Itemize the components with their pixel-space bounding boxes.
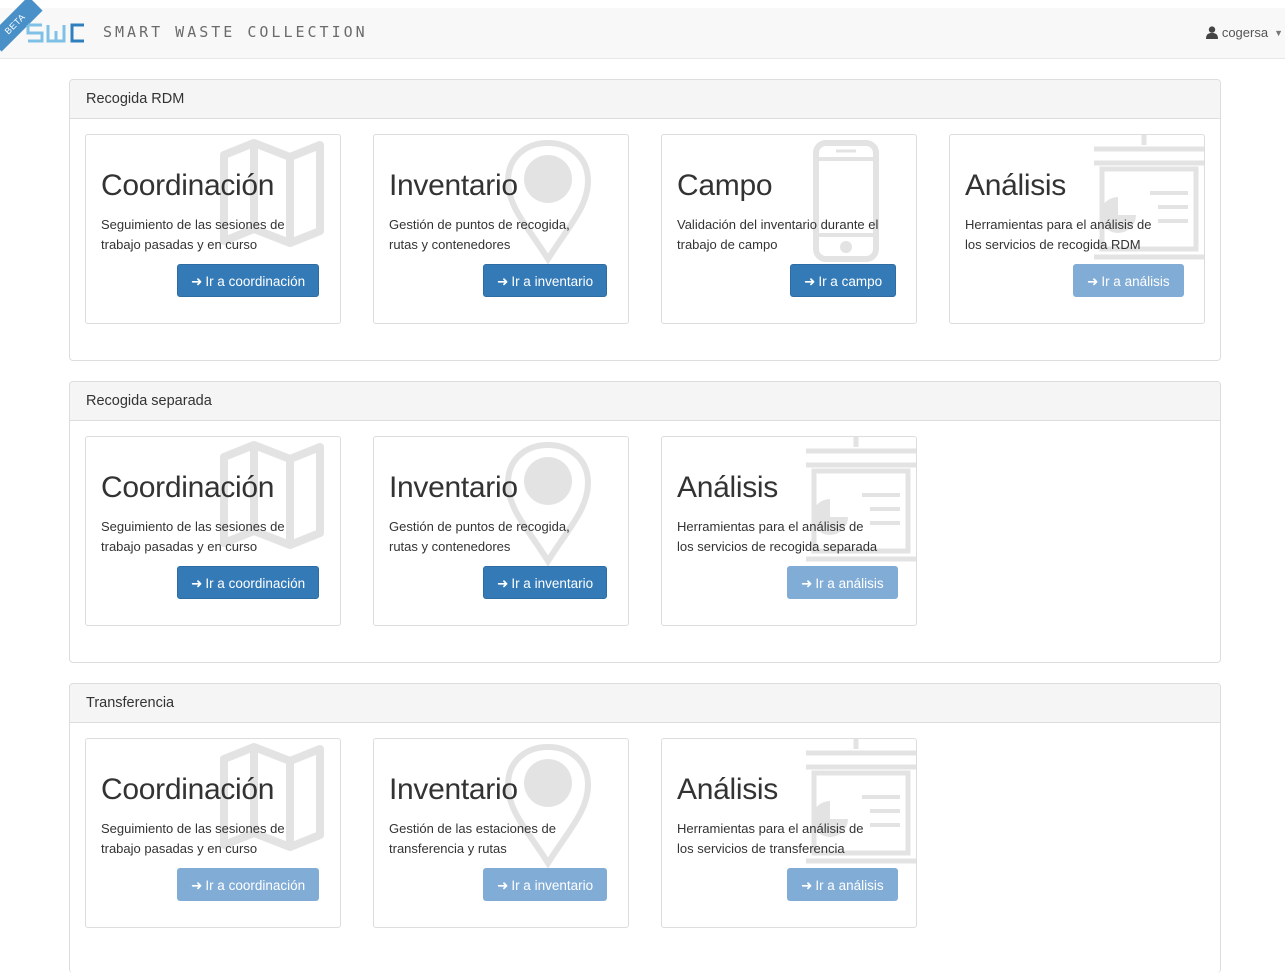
caret-down-icon: ▼ [1274, 27, 1283, 38]
arrow-right-icon: ➜ [497, 576, 509, 591]
card-title: Coordinación [101, 773, 275, 806]
card-description: Gestión de puntos de recogida, rutas y co… [389, 519, 570, 554]
arrow-right-icon: ➜ [191, 576, 203, 591]
arrow-right-icon: ➜ [497, 274, 509, 289]
swc-logo-icon [26, 23, 84, 43]
go-coordinacion-button[interactable]: ➜ Ir a coordinación [177, 868, 320, 901]
card-description: Seguimiento de las sesiones de trabajo pa… [101, 519, 285, 554]
panel-transferencia: Transferencia Coordinación Seguimiento d… [69, 683, 1221, 973]
card-analisis: Análisis Herramientas para el análisis d… [949, 134, 1205, 324]
panel-heading: Recogida separada [70, 382, 1220, 421]
panel-heading: Recogida RDM [70, 80, 1220, 119]
card-coordinacion: Coordinación Seguimiento de las sesiones… [85, 134, 341, 324]
user-icon [1205, 26, 1218, 39]
card-title: Inventario [389, 169, 518, 202]
card-title: Inventario [389, 773, 518, 806]
go-inventario-button[interactable]: ➜ Ir a inventario [483, 264, 608, 297]
go-campo-button[interactable]: ➜ Ir a campo [790, 264, 897, 297]
card-analisis: Análisis Herramientas para el análisis d… [661, 436, 917, 626]
card-campo: Campo Validación del inventario durante … [661, 134, 917, 324]
brand-link[interactable]: BETA SMART WASTE COLLECTION [0, 0, 400, 58]
card-title: Análisis [677, 773, 778, 806]
panel-recogida-separada: Recogida separada Coordinación Seguimien… [69, 381, 1221, 663]
card-description: Herramientas para el análisis de los serv… [965, 217, 1152, 252]
arrow-right-icon: ➜ [801, 878, 813, 893]
card-description: Herramientas para el análisis de los serv… [677, 821, 864, 856]
card-description: Herramientas para el análisis de los serv… [677, 519, 878, 554]
arrow-right-icon: ➜ [191, 274, 203, 289]
panel-heading: Transferencia [70, 684, 1220, 723]
go-coordinacion-button[interactable]: ➜ Ir a coordinación [177, 264, 320, 297]
card-coordinacion: Coordinación Seguimiento de las sesiones… [85, 738, 341, 928]
card-title: Análisis [965, 169, 1066, 202]
arrow-right-icon: ➜ [191, 878, 203, 893]
card-title: Análisis [677, 471, 778, 504]
card-inventario: Inventario Gestión de las estaciones de t… [373, 738, 629, 928]
go-analisis-button[interactable]: ➜ Ir a análisis [787, 566, 898, 599]
card-title: Coordinación [101, 169, 275, 202]
arrow-right-icon: ➜ [497, 878, 509, 893]
card-title: Campo [677, 169, 773, 202]
card-description: Seguimiento de las sesiones de trabajo pa… [101, 217, 285, 252]
arrow-right-icon: ➜ [804, 274, 816, 289]
brand-title: SMART WASTE COLLECTION [103, 23, 368, 41]
go-inventario-button[interactable]: ➜ Ir a inventario [483, 566, 608, 599]
go-coordinacion-button[interactable]: ➜ Ir a coordinación [177, 566, 320, 599]
card-description: Gestión de las estaciones de transferenci… [389, 821, 556, 856]
go-analisis-button[interactable]: ➜ Ir a análisis [1073, 264, 1184, 297]
card-title: Inventario [389, 471, 518, 504]
card-description: Validación del inventario durante el trab… [677, 217, 879, 252]
username-label: cogersa [1221, 25, 1269, 40]
card-description: Gestión de puntos de recogida, rutas y co… [389, 217, 570, 252]
go-inventario-button[interactable]: ➜ Ir a inventario [483, 868, 608, 901]
go-analisis-button[interactable]: ➜ Ir a análisis [787, 868, 898, 901]
top-navbar: BETA SMART WASTE COLLECTION cogersa ▼ [0, 0, 1285, 59]
card-analisis: Análisis Herramientas para el análisis d… [661, 738, 917, 928]
card-inventario: Inventario Gestión de puntos de recogida… [373, 436, 629, 626]
card-description: Seguimiento de las sesiones de trabajo pa… [101, 821, 285, 856]
card-inventario: Inventario Gestión de puntos de recogida… [373, 134, 629, 324]
arrow-right-icon: ➜ [1087, 274, 1099, 289]
panel-recogida-rdm: Recogida RDM Coordinación Seguimiento de… [69, 79, 1221, 361]
user-menu[interactable]: cogersa ▼ [1205, 25, 1283, 40]
arrow-right-icon: ➜ [801, 576, 813, 591]
card-coordinacion: Coordinación Seguimiento de las sesiones… [85, 436, 341, 626]
card-title: Coordinación [101, 471, 275, 504]
